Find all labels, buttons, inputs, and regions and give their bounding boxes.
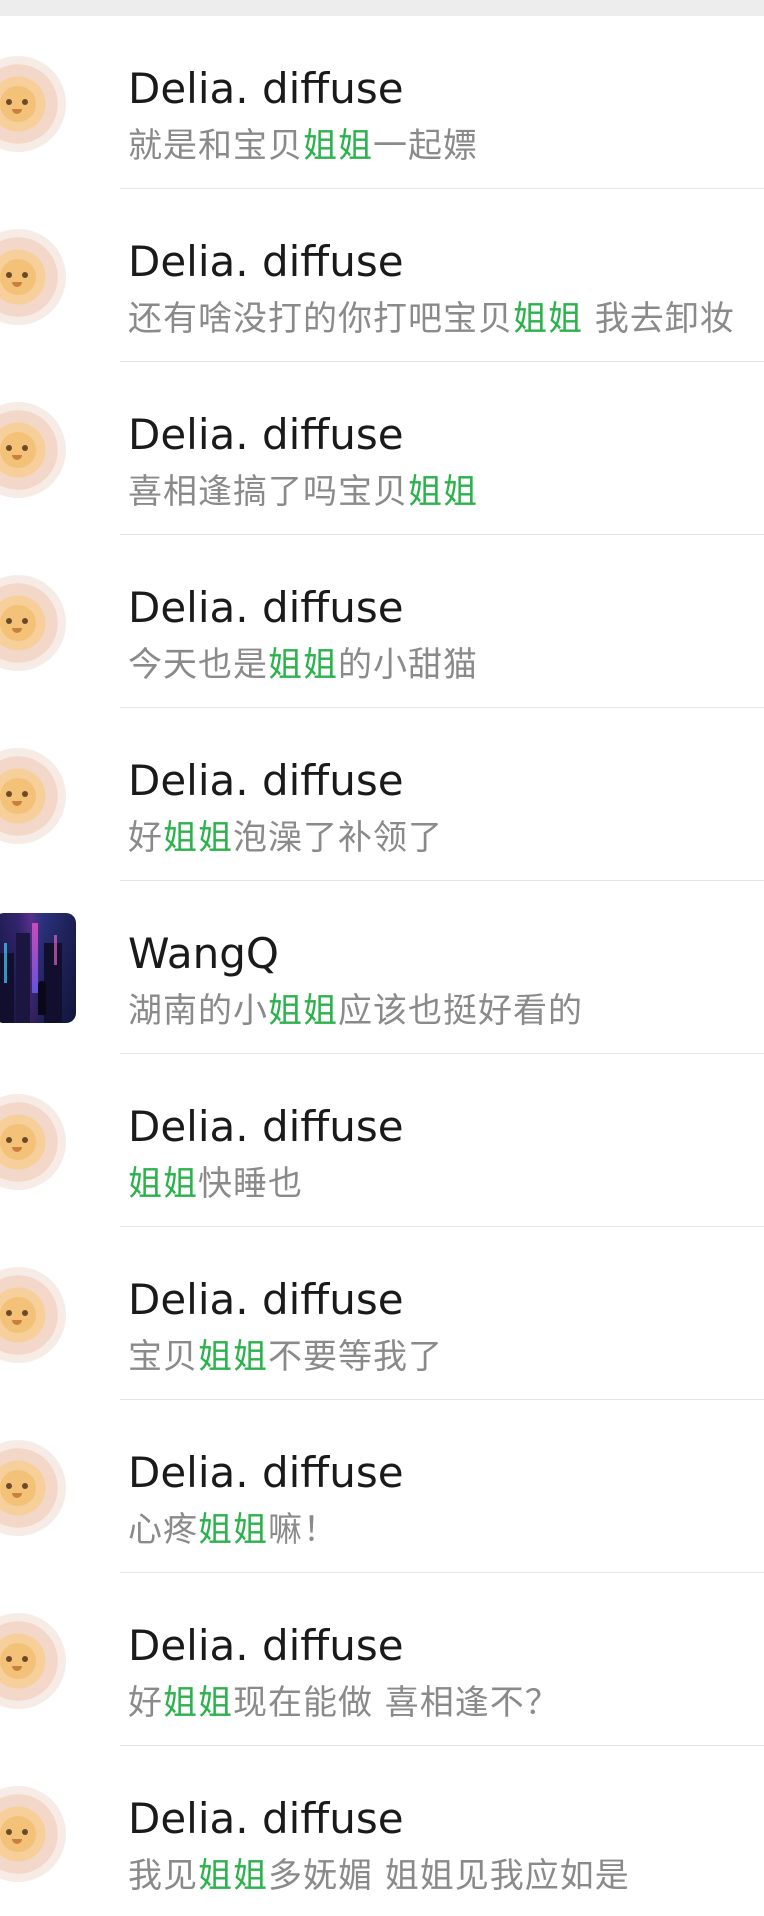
search-result-row[interactable]: Delia. diffuse 就是和宝贝姐姐一起嫖 [0, 16, 764, 189]
message-snippet: 好姐姐泡澡了补领了 [128, 816, 443, 860]
keyword-highlight: 姐姐 [198, 1856, 268, 1896]
keyword-highlight: 姐姐 [198, 1510, 268, 1550]
message-text: 多妩媚 姐姐见我应如是 [268, 1856, 630, 1896]
top-strip [0, 0, 764, 16]
message-snippet: 喜相逢搞了吗宝贝姐姐 [128, 470, 478, 514]
message-text: 好 [128, 1683, 163, 1723]
lion-avatar[interactable] [0, 229, 66, 325]
contact-name: Delia. diffuse [128, 756, 404, 805]
search-result-row[interactable]: Delia. diffuse 我见姐姐多妩媚 姐姐见我应如是 [0, 1746, 764, 1916]
message-text: 我去卸妆 [583, 299, 735, 339]
keyword-highlight: 姐姐 [303, 126, 373, 166]
keyword-highlight: 姐姐 [163, 1683, 233, 1723]
search-result-row[interactable]: Delia. diffuse 还有啥没打的你打吧宝贝姐姐 我去卸妆 [0, 189, 764, 362]
message-snippet: 心疼姐姐嘛！ [128, 1508, 338, 1552]
message-snippet: 湖南的小姐姐应该也挺好看的 [128, 989, 583, 1033]
message-text: 湖南的小 [128, 991, 268, 1031]
lion-avatar[interactable] [0, 402, 66, 498]
search-result-row[interactable]: Delia. diffuse 心疼姐姐嘛！ [0, 1400, 764, 1573]
message-snippet: 今天也是姐姐的小甜猫 [128, 643, 478, 687]
search-result-row[interactable]: Delia. diffuse 喜相逢搞了吗宝贝姐姐 [0, 362, 764, 535]
message-text: 心疼 [128, 1510, 198, 1550]
keyword-highlight: 姐姐 [128, 1164, 198, 1204]
message-text: 的小甜猫 [338, 645, 478, 685]
lion-avatar[interactable] [0, 56, 66, 152]
contact-name: Delia. diffuse [128, 1794, 404, 1843]
message-text: 我见 [128, 1856, 198, 1896]
message-snippet: 我见姐姐多妩媚 姐姐见我应如是 [128, 1854, 630, 1898]
lion-avatar[interactable] [0, 575, 66, 671]
contact-name: Delia. diffuse [128, 1448, 404, 1497]
contact-name: Delia. diffuse [128, 1275, 404, 1324]
lion-avatar[interactable] [0, 1613, 66, 1709]
message-snippet: 宝贝姐姐不要等我了 [128, 1335, 443, 1379]
keyword-highlight: 姐姐 [268, 991, 338, 1031]
keyword-highlight: 姐姐 [408, 472, 478, 512]
message-text: 应该也挺好看的 [338, 991, 583, 1031]
contact-name: Delia. diffuse [128, 1621, 404, 1670]
message-snippet: 好姐姐现在能做 喜相逢不？ [128, 1681, 560, 1725]
message-text: 快睡也 [198, 1164, 303, 1204]
lion-avatar[interactable] [0, 1786, 66, 1882]
contact-name: Delia. diffuse [128, 64, 404, 113]
search-result-row[interactable]: Delia. diffuse 今天也是姐姐的小甜猫 [0, 535, 764, 708]
message-text: 现在能做 喜相逢不？ [233, 1683, 560, 1723]
contact-name: Delia. diffuse [128, 583, 404, 632]
city-avatar[interactable] [0, 913, 76, 1023]
lion-avatar[interactable] [0, 1094, 66, 1190]
contact-name: Delia. diffuse [128, 237, 404, 286]
lion-avatar[interactable] [0, 748, 66, 844]
message-text: 宝贝 [128, 1337, 198, 1377]
message-text: 嘛！ [268, 1510, 338, 1550]
message-snippet: 还有啥没打的你打吧宝贝姐姐 我去卸妆 [128, 297, 735, 341]
keyword-highlight: 姐姐 [513, 299, 583, 339]
search-result-row[interactable]: Delia. diffuse 好姐姐现在能做 喜相逢不？ [0, 1573, 764, 1746]
lion-avatar[interactable] [0, 1267, 66, 1363]
search-result-row[interactable]: Delia. diffuse 姐姐快睡也 [0, 1054, 764, 1227]
message-text: 好 [128, 818, 163, 858]
search-result-row[interactable]: WangQ 湖南的小姐姐应该也挺好看的 [0, 881, 764, 1054]
message-text: 就是和宝贝 [128, 126, 303, 166]
contact-name: Delia. diffuse [128, 410, 404, 459]
message-snippet: 就是和宝贝姐姐一起嫖 [128, 124, 478, 168]
message-text: 今天也是 [128, 645, 268, 685]
search-result-row[interactable]: Delia. diffuse 好姐姐泡澡了补领了 [0, 708, 764, 881]
keyword-highlight: 姐姐 [163, 818, 233, 858]
keyword-highlight: 姐姐 [198, 1337, 268, 1377]
message-text: 一起嫖 [373, 126, 478, 166]
keyword-highlight: 姐姐 [268, 645, 338, 685]
contact-name: WangQ [128, 929, 279, 978]
lion-avatar[interactable] [0, 1440, 66, 1536]
contact-name: Delia. diffuse [128, 1102, 404, 1151]
search-result-row[interactable]: Delia. diffuse 宝贝姐姐不要等我了 [0, 1227, 764, 1400]
message-text: 还有啥没打的你打吧宝贝 [128, 299, 513, 339]
message-snippet: 姐姐快睡也 [128, 1162, 303, 1206]
message-text: 泡澡了补领了 [233, 818, 443, 858]
message-text: 喜相逢搞了吗宝贝 [128, 472, 408, 512]
message-text: 不要等我了 [268, 1337, 443, 1377]
search-result-list: Delia. diffuse 就是和宝贝姐姐一起嫖 Delia. diffuse… [0, 16, 764, 1916]
